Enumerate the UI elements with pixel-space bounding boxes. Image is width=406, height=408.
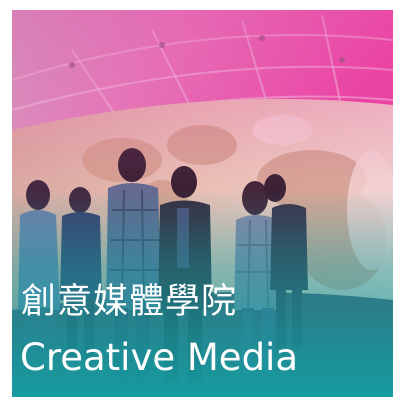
tile-title-english: Creative Media: [20, 336, 299, 379]
tile-title-chinese: 創意媒體學院: [21, 282, 238, 322]
